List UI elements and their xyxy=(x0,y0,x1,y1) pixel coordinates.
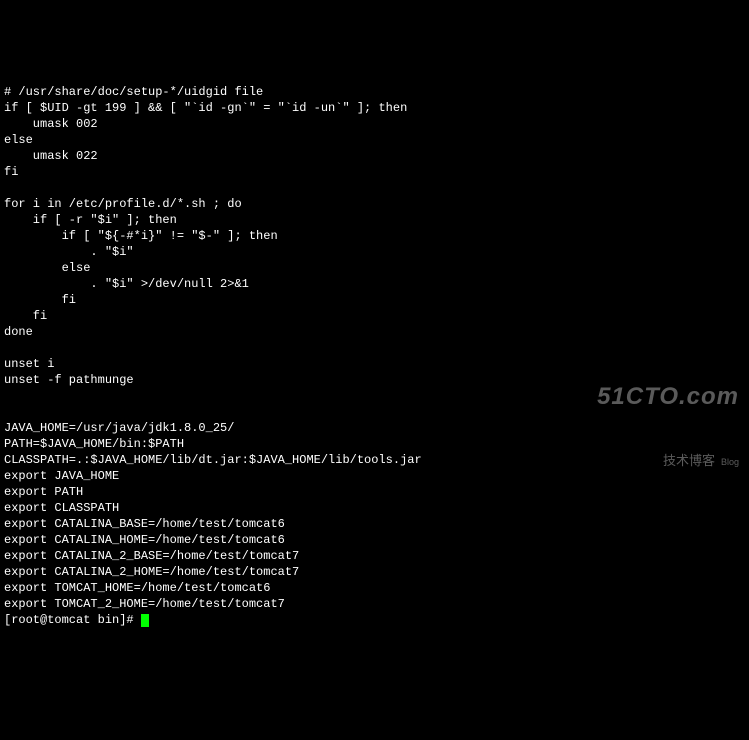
file-content-line: fi xyxy=(4,293,76,307)
cursor-icon xyxy=(141,614,149,627)
file-content-line: for i in /etc/profile.d/*.sh ; do xyxy=(4,197,242,211)
file-content-line: fi xyxy=(4,165,18,179)
file-content-line: else xyxy=(4,261,90,275)
file-content-line: export TOMCAT_HOME=/home/test/tomcat6 xyxy=(4,581,270,595)
file-content-line: if [ $UID -gt 199 ] && [ "`id -gn`" = "`… xyxy=(4,101,407,115)
file-content-line: . "$i" >/dev/null 2>&1 xyxy=(4,277,249,291)
file-content-line: . "$i" xyxy=(4,245,134,259)
file-content-line: export JAVA_HOME xyxy=(4,469,119,483)
file-content-line: CLASSPATH=.:$JAVA_HOME/lib/dt.jar:$JAVA_… xyxy=(4,453,422,467)
file-content-line: export TOMCAT_2_HOME=/home/test/tomcat7 xyxy=(4,597,285,611)
file-content-line: unset -f pathmunge xyxy=(4,373,134,387)
file-content-line: else xyxy=(4,133,33,147)
file-content-line: export CLASSPATH xyxy=(4,501,119,515)
file-content-line: unset i xyxy=(4,357,54,371)
file-content-line: JAVA_HOME=/usr/java/jdk1.8.0_25/ xyxy=(4,421,234,435)
file-content-line: export PATH xyxy=(4,485,83,499)
file-content-line: export CATALINA_HOME=/home/test/tomcat6 xyxy=(4,533,285,547)
file-content-line: done xyxy=(4,325,33,339)
file-content-line: export CATALINA_2_HOME=/home/test/tomcat… xyxy=(4,565,299,579)
file-content-line: if [ "${-#*i}" != "$-" ]; then xyxy=(4,229,278,243)
file-content-line: fi xyxy=(4,309,47,323)
file-content-line: if [ -r "$i" ]; then xyxy=(4,213,177,227)
shell-prompt[interactable]: [root@tomcat bin]# xyxy=(4,613,141,627)
file-content-line: export CATALINA_2_BASE=/home/test/tomcat… xyxy=(4,549,299,563)
file-content-line: PATH=$JAVA_HOME/bin:$PATH xyxy=(4,437,184,451)
terminal-output: # /usr/share/doc/setup-*/uidgid file if … xyxy=(4,68,745,628)
file-content-line: # /usr/share/doc/setup-*/uidgid file xyxy=(4,85,263,99)
file-content-line: export CATALINA_BASE=/home/test/tomcat6 xyxy=(4,517,285,531)
file-content-line: umask 002 xyxy=(4,117,98,131)
file-content-line: umask 022 xyxy=(4,149,98,163)
